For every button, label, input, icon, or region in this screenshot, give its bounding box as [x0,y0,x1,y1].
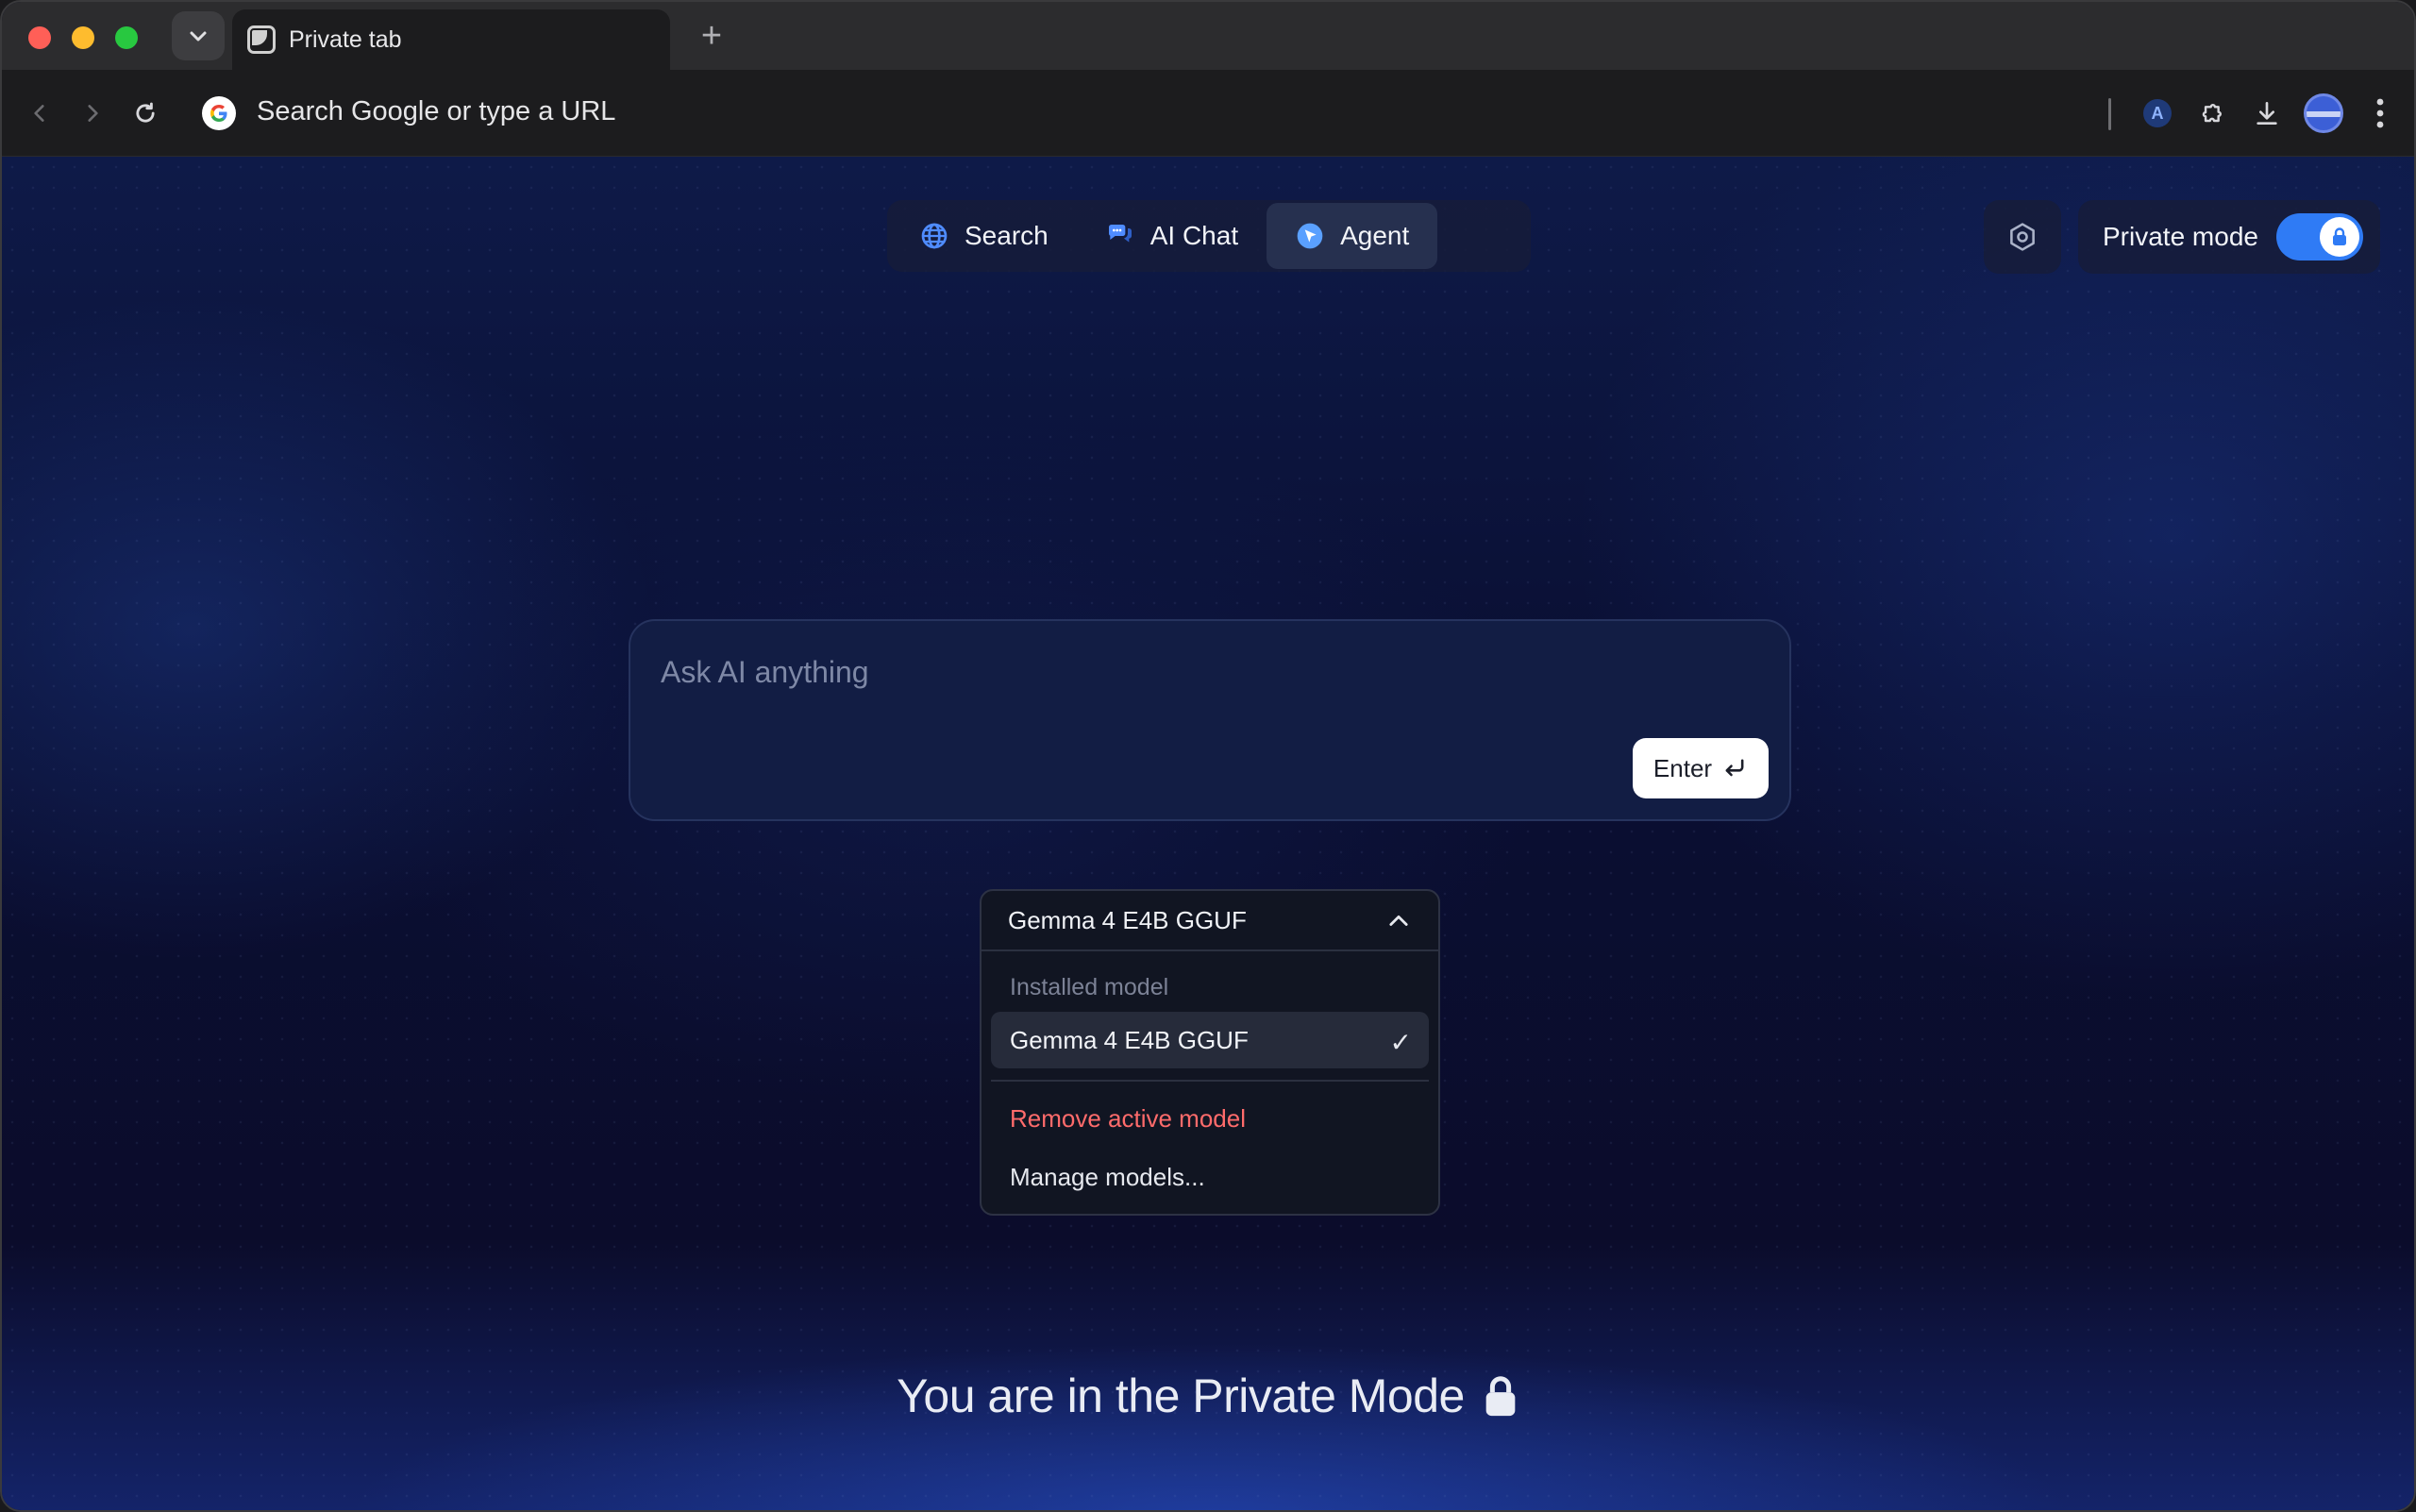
back-arrow-icon [34,105,44,122]
reload-icon [136,102,155,123]
dot-grid-background [2,157,2414,1510]
ask-ai-placeholder: Ask AI anything [661,655,869,689]
forward-button[interactable] [70,91,115,136]
checkmark-icon: ✓ [1389,1028,1412,1057]
model-option-gemma[interactable]: Gemma 4 E4B GGUF ✓ [991,1012,1429,1068]
kebab-menu-icon [2376,98,2384,128]
chevron-down-icon [190,31,207,42]
menu-button[interactable] [2357,91,2403,136]
back-button[interactable] [17,91,62,136]
model-picker-toggle[interactable]: Gemma 4 E4B GGUF [982,891,1438,951]
minimize-window-button[interactable] [72,26,94,49]
extensions-button[interactable] [2190,91,2235,136]
ask-ai-input[interactable]: Ask AI anything Enter [629,619,1791,821]
new-tab-button[interactable]: + [693,15,730,57]
private-mode-control: Private mode [2078,200,2380,274]
chevron-up-icon [1389,915,1408,926]
enter-button[interactable]: Enter [1633,738,1769,798]
maximize-window-button[interactable] [115,26,138,49]
mode-switcher: Search AI Chat Agent [887,200,1531,272]
reload-button[interactable] [123,91,168,136]
mode-search-label: Search [965,221,1049,250]
browser-toolbar: Search Google or type a URL A [2,70,2414,157]
selected-model-label: Gemma 4 E4B GGUF [1008,905,1247,934]
model-option-label: Gemma 4 E4B GGUF [1010,1025,1249,1054]
forward-arrow-icon [88,105,98,122]
private-tab-icon [247,25,276,54]
tab-title: Private tab [289,25,402,53]
tab-strip: Private tab + [2,2,2414,70]
tab-search-button[interactable] [172,11,225,60]
remove-active-model-button[interactable]: Remove active model [982,1089,1438,1148]
mode-ai-chat-tab[interactable]: AI Chat [1077,203,1267,269]
dropdown-divider [991,1080,1429,1082]
close-window-button[interactable] [28,26,51,49]
settings-hexagon-icon [2010,223,2035,251]
agent-cursor-icon [1295,221,1325,251]
mode-agent-tab[interactable]: Agent [1267,203,1438,269]
profile-button[interactable] [2301,91,2346,136]
installed-model-heading: Installed model [1010,974,1169,1000]
private-mode-banner: You are in the Private Mode [2,1369,2414,1423]
manage-models-button[interactable]: Manage models... [982,1148,1438,1206]
downloads-button[interactable] [2244,91,2290,136]
google-icon [202,96,236,130]
private-mode-label: Private mode [2103,222,2258,251]
toggle-knob [2320,217,2359,257]
mode-ai-chat-label: AI Chat [1149,221,1239,250]
puzzle-icon [2202,104,2222,123]
new-tab-page: Search AI Chat Agent Private mode Ask AI… [2,157,2414,1510]
mode-agent-label: Agent [1340,221,1410,250]
model-picker-dropdown: Gemma 4 E4B GGUF Installed model Gemma 4… [980,889,1440,1216]
mode-search-tab[interactable]: Search [891,203,1077,269]
browser-window: Private tab + Search Google or type a UR… [0,0,2416,1512]
lock-icon [2333,227,2346,245]
extension-a-button[interactable]: A [2135,91,2180,136]
lock-icon [1485,1376,1516,1417]
toolbar-divider [2108,98,2111,130]
chat-bubbles-icon [1105,221,1135,251]
enter-label: Enter [1653,753,1713,782]
avatar [2304,93,2343,133]
return-icon [1725,759,1744,777]
private-mode-toggle[interactable] [2276,213,2363,260]
private-mode-banner-text: You are in the Private Mode [897,1369,1465,1422]
settings-button[interactable] [1984,200,2061,274]
globe-icon [919,221,949,251]
download-icon [2257,102,2277,125]
address-bar[interactable]: Search Google or type a URL [257,96,615,127]
extension-a-icon: A [2143,99,2172,127]
tab-private[interactable]: Private tab [232,9,670,70]
